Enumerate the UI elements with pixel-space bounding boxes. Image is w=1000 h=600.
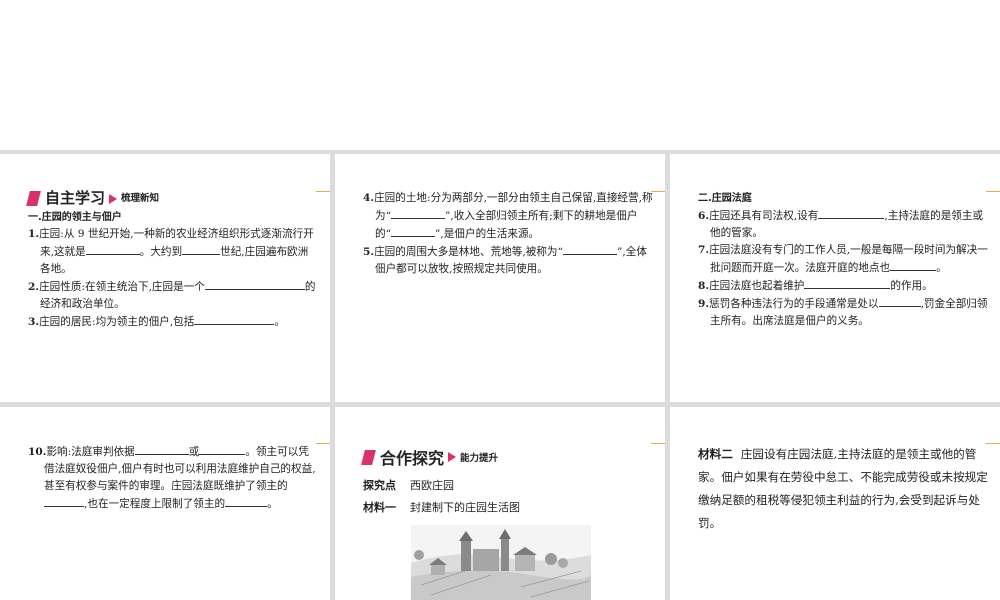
pen-marker-icon	[361, 449, 376, 465]
item-number: 7.	[698, 244, 710, 256]
slide-corner-tick	[651, 443, 665, 444]
question-item-2: 2.庄园性质:在领主统治下,庄园是一个 的经济和政治单位。	[28, 278, 316, 313]
slide-4[interactable]: 10.影响:法庭审判依据或。领主可以凭借法庭奴役佃户,佃户有时也可以利用法庭维护…	[0, 407, 330, 600]
question-item-1: 1.庄园:从 9 世纪开始,一种新的农业经济组织形式逐渐流行开来,这就是 。大约到…	[28, 226, 316, 278]
item-text: 庄园法庭也起着维护	[709, 280, 805, 292]
answer-blank[interactable]	[134, 443, 189, 455]
slide-1-content: 自主学习 梳理新知 一.庄园的领主与佃户 1.庄园:从 9 世纪开始,一种新的农…	[26, 189, 316, 331]
section-title: 二.庄园法庭	[698, 193, 752, 204]
slide-6[interactable]: 材料二 庄园设有庄园法庭,主持法庭的是领主或他的管家。佃户如果有在劳役中怠工、不能…	[670, 407, 1000, 600]
question-item-5: 5.庄园的周围大多是林地、荒地等,被称为“ ”,全体佃户都可以放牧,按照规定共同使…	[363, 243, 653, 278]
heading-title: 自主学习	[45, 189, 106, 207]
item-text: 。	[267, 498, 278, 510]
question-item-3: 3.庄园的居民:均为领主的佃户,包括 。	[28, 313, 316, 331]
question-item-8: 8.庄园法庭也起着维护 的作用。	[698, 277, 990, 295]
slide-2-content: 4.庄园的土地:分为两部分,一部分由领主自己保留,直接经营,称为“ ”,收入全部归…	[363, 190, 653, 278]
arrow-right-icon	[109, 193, 118, 204]
answer-blank[interactable]	[199, 443, 246, 455]
item-text: 。大约到	[139, 246, 183, 258]
item-number: 3.	[28, 316, 40, 328]
item-text: 庄园的周围大多是林地、荒地等,被称为“	[374, 246, 563, 258]
answer-blank[interactable]	[391, 225, 436, 237]
explore-label: 探究点	[363, 479, 396, 492]
section-heading: 合作探究 能力提升	[361, 445, 499, 469]
material-label: 材料二	[698, 447, 733, 461]
material-label: 材料一	[363, 501, 396, 514]
answer-blank[interactable]	[562, 243, 617, 255]
item-number: 1.	[28, 228, 40, 240]
item-text: 的作用。	[890, 280, 933, 292]
answer-blank[interactable]	[225, 495, 268, 507]
item-number: 8.	[698, 280, 710, 292]
slide-3-content: 二.庄园法庭 6.庄园还具有司法权,设有 ,主持法庭的是领主或他的管家。 7.庄园…	[698, 190, 990, 330]
slide-3[interactable]: 二.庄园法庭 6.庄园还具有司法权,设有 ,主持法庭的是领主或他的管家。 7.庄园…	[670, 154, 1000, 402]
answer-blank[interactable]	[804, 277, 891, 289]
slide-corner-tick	[316, 191, 330, 192]
item-text: 庄园性质:在领主统治下,庄园是一个	[39, 281, 205, 293]
question-item-9: 9.惩罚各种违法行为的手段通常是处以 ,罚金全部归领主所有。出席法庭是佃户的义务。	[698, 295, 990, 330]
item-number: 4.	[363, 192, 375, 204]
slide-5[interactable]: 合作探究 能力提升 探究点 西欧庄园 材料一 封建制下的庄园生活图	[335, 407, 665, 600]
heading-subtitle: 梳理新知	[121, 193, 160, 204]
item-number: 10.	[28, 446, 47, 458]
answer-blank[interactable]	[85, 243, 140, 255]
material-two: 材料二 庄园设有庄园法庭,主持法庭的是领主或他的管家。佃户如果有在劳役中怠工、不能…	[698, 443, 990, 535]
item-text: 庄园的居民:均为领主的佃户,包括	[39, 316, 195, 328]
question-item-10: 10.影响:法庭审判依据或。领主可以凭借法庭奴役佃户,佃户有时也可以利用法庭维护…	[28, 443, 318, 513]
item-text: ”,是佃户的生活来源。	[435, 228, 540, 240]
slide-corner-tick	[651, 191, 665, 192]
top-blank-area	[0, 0, 1000, 150]
material-caption: 封建制下的庄园生活图	[410, 501, 520, 514]
slide-4-content: 10.影响:法庭审判依据或。领主可以凭借法庭奴役佃户,佃户有时也可以利用法庭维护…	[28, 443, 318, 513]
item-text: 或	[188, 446, 200, 458]
explore-text: 西欧庄园	[410, 479, 454, 492]
answer-blank[interactable]	[194, 313, 275, 325]
answer-blank[interactable]	[391, 207, 446, 219]
heading-subtitle: 能力提升	[460, 453, 499, 464]
manor-illustration-drawing	[411, 525, 591, 600]
item-text: 。	[936, 262, 947, 274]
item-text: 。	[274, 316, 285, 328]
item-number: 5.	[363, 246, 375, 258]
item-text: 惩罚各种违法行为的手段通常是处以	[709, 298, 879, 310]
item-text: 影响:法庭审判依据	[46, 446, 135, 458]
answer-blank[interactable]	[878, 295, 921, 307]
explore-point: 探究点 西欧庄园	[363, 477, 454, 493]
slide-corner-tick	[316, 443, 330, 444]
manor-life-illustration	[411, 525, 591, 600]
question-item-4: 4.庄园的土地:分为两部分,一部分由领主自己保留,直接经营,称为“ ”,收入全部归…	[363, 190, 653, 243]
item-text: ,也在一定程度上限制了领主的	[84, 498, 226, 510]
pen-marker-icon	[26, 191, 41, 206]
slide-2[interactable]: 4.庄园的土地:分为两部分,一部分由领主自己保留,直接经营,称为“ ”,收入全部归…	[335, 154, 665, 402]
answer-blank[interactable]	[44, 495, 84, 507]
item-number: 6.	[698, 210, 710, 222]
material-text: 庄园设有庄园法庭,主持法庭的是领主或他的管家。佃户如果有在劳役中怠工、不能完成劳…	[698, 447, 988, 530]
answer-blank[interactable]	[182, 243, 221, 255]
arrow-right-icon	[448, 452, 457, 462]
question-item-7: 7.庄园法庭没有专门的工作人员,一般是每隔一段时间为解决一批问题而开庭一次。法庭…	[698, 242, 990, 277]
item-number: 2.	[28, 281, 40, 293]
heading-title: 合作探究	[380, 449, 445, 468]
question-item-6: 6.庄园还具有司法权,设有 ,主持法庭的是领主或他的管家。	[698, 207, 990, 242]
answer-blank[interactable]	[890, 259, 937, 271]
item-number: 9.	[698, 298, 710, 310]
answer-blank[interactable]	[204, 278, 305, 290]
item-text: 庄园还具有司法权,设有	[709, 210, 819, 222]
material-one: 材料一 封建制下的庄园生活图	[363, 499, 520, 515]
answer-blank[interactable]	[818, 207, 885, 219]
section-title: 一.庄园的领主与佃户	[28, 212, 122, 223]
slide-1[interactable]: 自主学习 梳理新知 一.庄园的领主与佃户 1.庄园:从 9 世纪开始,一种新的农…	[0, 154, 330, 402]
section-heading: 自主学习 梳理新知	[26, 189, 316, 207]
